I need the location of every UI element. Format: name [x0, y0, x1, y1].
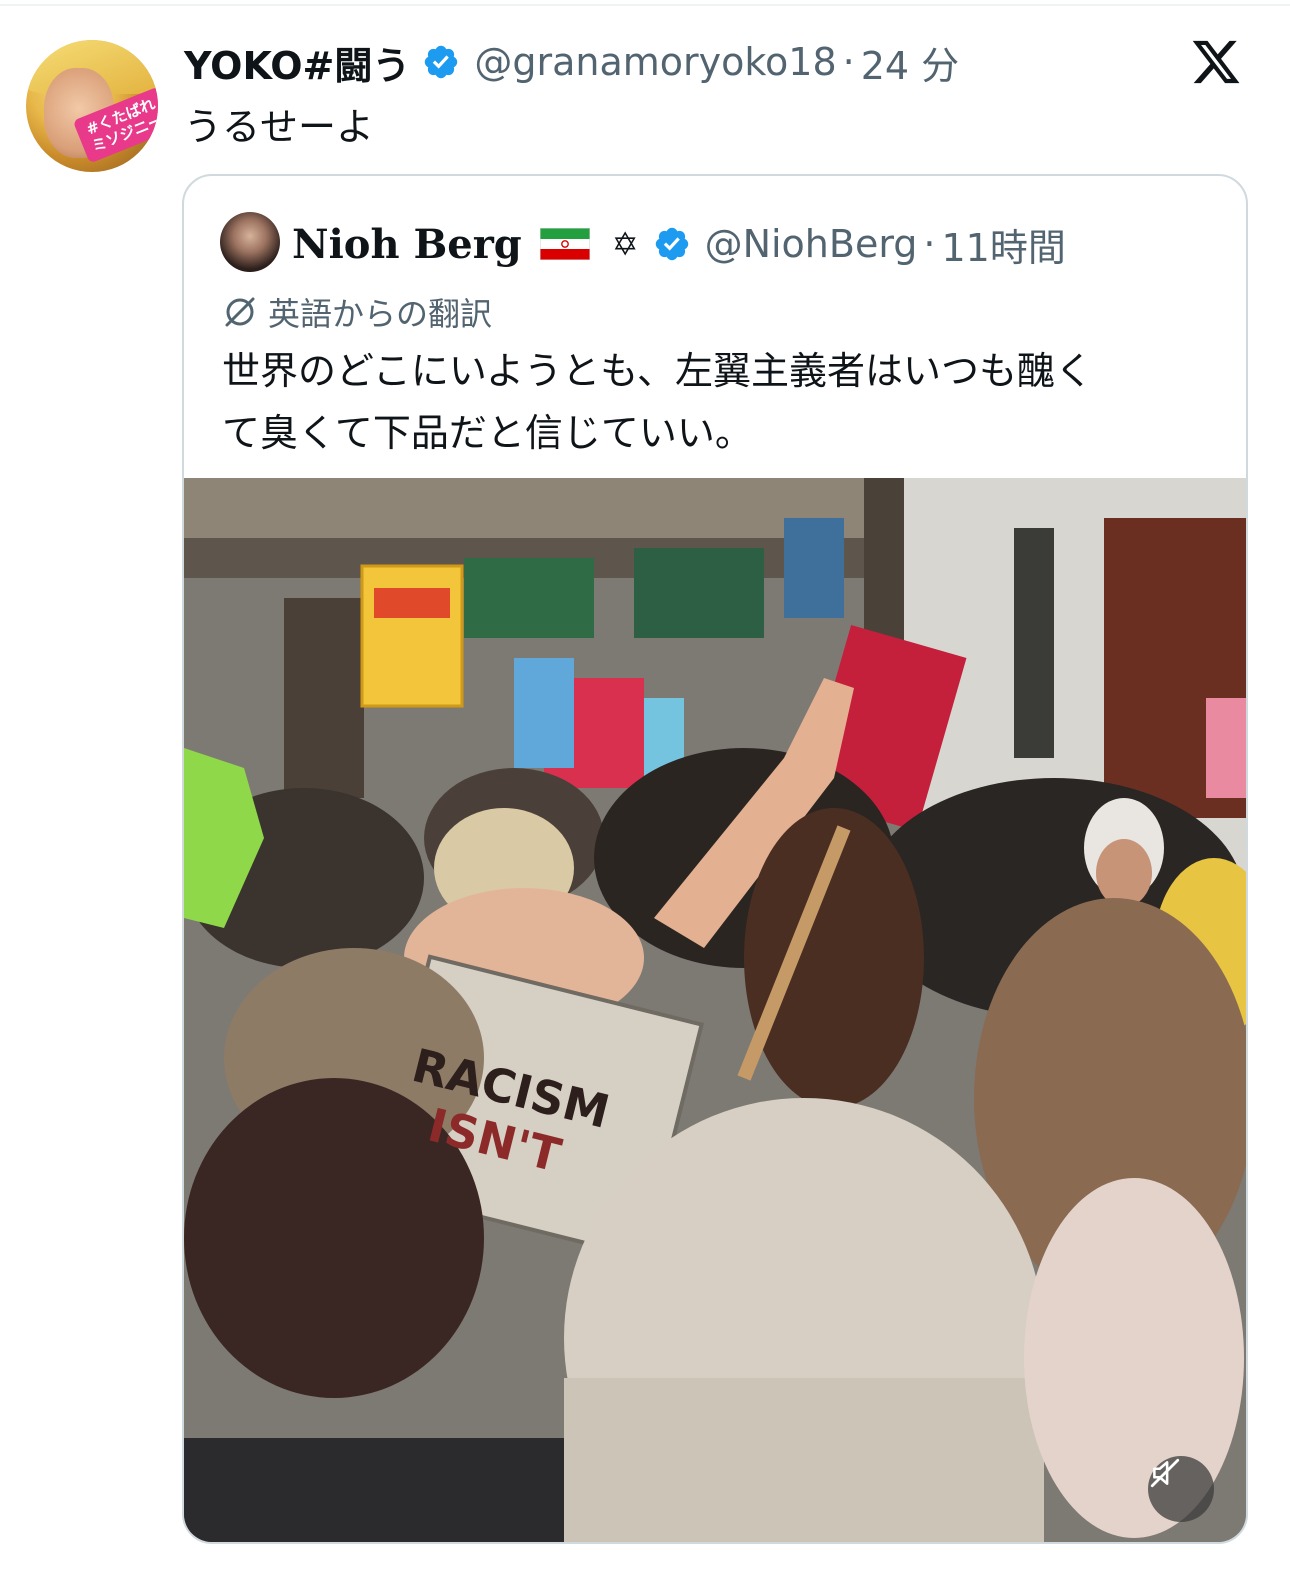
tweet-timestamp[interactable]: 24 分 [861, 35, 959, 90]
top-divider [0, 4, 1290, 6]
translation-notice[interactable]: 英語からの翻訳 [222, 290, 492, 334]
star-of-david-icon: ✡ [611, 225, 639, 263]
quoted-tweet-card[interactable]: Nioh Berg ✡ @NiohBerg · 11時間 英語からの翻訳 世界の… [182, 174, 1248, 1544]
quoted-tweet-header: Nioh Berg ✡ @NiohBerg · 11時間 [292, 216, 1066, 272]
iran-flag-icon [539, 227, 591, 261]
tweet-text: うるせーよ [184, 105, 375, 149]
muted-speaker-icon [1150, 1458, 1180, 1488]
author-handle[interactable]: @granamoryoko18 [474, 40, 836, 84]
quoted-author-display-name[interactable]: Nioh Berg [292, 221, 522, 268]
author-display-name[interactable]: YOKO#闘う [184, 35, 410, 90]
separator-dot: · [923, 222, 936, 266]
quoted-author-avatar[interactable] [220, 212, 280, 272]
verified-badge-icon [422, 43, 460, 81]
separator-dot: · [842, 40, 855, 84]
translation-label: 英語からの翻訳 [268, 295, 493, 333]
x-logo-icon[interactable] [1190, 36, 1242, 88]
tweet-video[interactable]: RACISM ISN'T [184, 478, 1246, 1542]
author-avatar[interactable]: #くたばれ ミソジニー [26, 40, 158, 172]
quoted-tweet-timestamp[interactable]: 11時間 [942, 217, 1066, 272]
video-frame [184, 478, 1246, 1542]
mute-toggle-button[interactable] [1148, 1456, 1214, 1522]
translate-icon [222, 294, 258, 330]
verified-badge-icon [653, 225, 691, 263]
tweet-header: YOKO#闘う @granamoryoko18 · 24 分 [184, 36, 959, 88]
quoted-author-handle[interactable]: @NiohBerg [705, 222, 918, 266]
quoted-tweet-text: 世界のどこにいようとも、左翼主義者はいつも醜く て臭くて下品だと信じていい。 [222, 349, 1093, 455]
